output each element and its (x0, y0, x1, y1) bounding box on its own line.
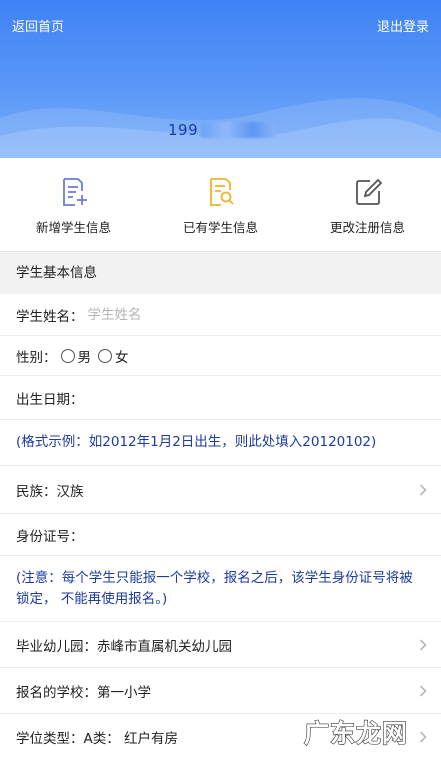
gender-male-label: 男 (77, 349, 92, 366)
name-row: 学生姓名： (0, 294, 441, 336)
kindergarten-value: 赤峰市直属机关幼儿园 (97, 638, 232, 655)
section-title: 学生基本信息 (0, 252, 441, 294)
header-banner: 返回首页 退出登录 199 (0, 0, 441, 158)
ethnicity-value: 汉族 (56, 483, 84, 500)
add-student-info-button[interactable]: 新增学生信息 (0, 158, 147, 251)
quick-actions: 新增学生信息 已有学生信息 更改注册信息 (0, 158, 441, 252)
gender-male-option[interactable]: 男 (57, 346, 92, 366)
existing-student-info-button[interactable]: 已有学生信息 (147, 158, 294, 251)
school-label: 报名的学校： (16, 684, 97, 701)
existing-student-info-label: 已有学生信息 (182, 220, 258, 235)
degree-type-label: 学位类型： (16, 731, 84, 747)
gender-female-label: 女 (115, 349, 129, 366)
change-registration-button[interactable]: 更改注册信息 (294, 158, 441, 251)
dob-label: 出生日期： (16, 391, 84, 408)
chevron-right-icon (419, 638, 427, 651)
id-lock-note: (注意：每个学生只能报一个学校，报名之后，该学生身份证号将被锁定， 不能再使用报… (16, 569, 413, 607)
gender-female-option[interactable]: 女 (91, 346, 129, 366)
add-document-icon (62, 178, 87, 206)
change-registration-label: 更改注册信息 (329, 220, 405, 235)
gender-row: 性别： 男 女 (0, 336, 441, 376)
add-student-info-label: 新增学生信息 (35, 220, 111, 235)
chevron-right-icon (419, 684, 427, 697)
watermark-logo: 广东龙网 (303, 718, 408, 748)
id-number-label: 身份证号： (16, 528, 84, 545)
chevron-right-icon (419, 731, 427, 743)
dob-note-row: (格式示例：如2012年1月2日出生，则此处填入20120102) (0, 420, 441, 466)
phone-number: 199 (168, 121, 276, 139)
chevron-right-icon (419, 483, 427, 496)
phone-number-mask (201, 122, 276, 138)
kindergarten-row[interactable]: 毕业幼儿园： 赤峰市直属机关幼儿园 (0, 622, 441, 668)
id-note-row: (注意：每个学生只能报一个学校，报名之后，该学生身份证号将被锁定， 不能再使用报… (0, 556, 441, 622)
logout-link[interactable]: 退出登录 (377, 16, 429, 35)
back-home-link[interactable]: 返回首页 (12, 16, 64, 35)
ethnicity-label: 民族： (16, 483, 57, 500)
header-wave-decoration (0, 98, 441, 158)
search-document-icon (209, 178, 234, 206)
degree-type-value: A类： 红户有房 (83, 731, 179, 747)
school-value: 第一小学 (97, 684, 151, 701)
dob-format-note: (格式示例：如2012年1月2日出生，则此处填入20120102) (16, 434, 377, 450)
gender-male-radio[interactable] (60, 348, 75, 363)
edit-icon (355, 178, 382, 205)
school-row[interactable]: 报名的学校： 第一小学 (0, 668, 441, 714)
name-input[interactable] (87, 306, 288, 323)
ethnicity-row[interactable]: 民族： 汉族 (0, 466, 441, 514)
id-number-row[interactable]: 身份证号： (0, 514, 441, 556)
student-form: 学生姓名： 性别： 男 女 出生日期： (格式示例：如2012年1月2日出生，则… (0, 294, 441, 758)
phone-number-prefix: 199 (168, 121, 199, 139)
gender-female-radio[interactable] (98, 348, 112, 363)
svg-text:广东龙网: 广东龙网 (304, 719, 408, 748)
dob-row[interactable]: 出生日期： (0, 376, 441, 420)
name-label: 学生姓名： (16, 308, 84, 325)
gender-label: 性别： (16, 349, 57, 366)
kindergarten-label: 毕业幼儿园： (16, 638, 97, 655)
